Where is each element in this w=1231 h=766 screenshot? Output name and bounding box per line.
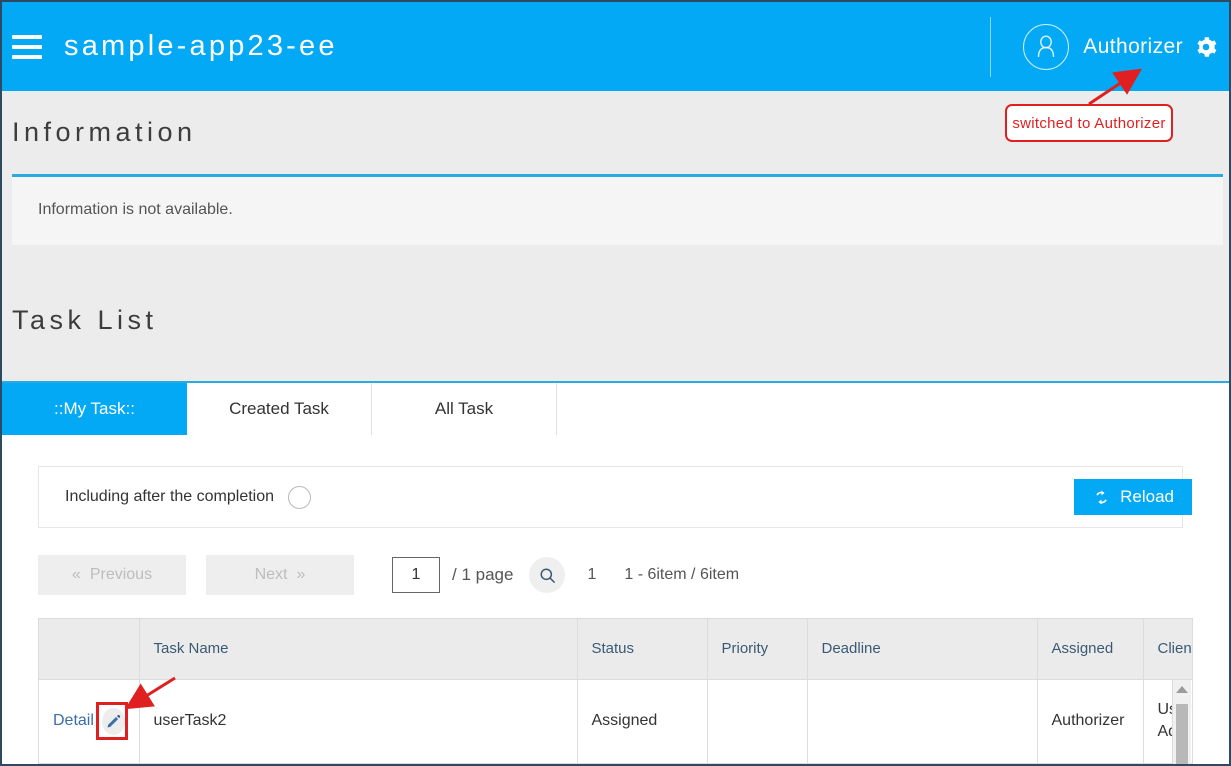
user-avatar-icon[interactable]	[1023, 23, 1070, 70]
next-chevron-icon: »	[296, 566, 306, 583]
app-header-right: Authorizer	[990, 2, 1229, 91]
cell-status: Assigned	[577, 679, 708, 764]
task-table-head: Task Name Status Priority Deadline Assig…	[39, 619, 1192, 680]
page-total-label: / 1 page	[452, 565, 514, 584]
previous-page-button[interactable]: « Previous	[38, 555, 186, 595]
annotation-label: switched to Authorizer	[1012, 114, 1166, 132]
next-page-label: Next	[254, 566, 288, 583]
hamburger-bar	[12, 44, 42, 49]
hamburger-bar	[12, 34, 42, 39]
hamburger-menu-icon[interactable]	[12, 34, 42, 59]
col-task-name: Task Name	[139, 619, 578, 680]
table-header-row: Task Name Status Priority Deadline Assig…	[39, 619, 1192, 680]
task-list-body: Including after the completion Reload « …	[2, 435, 1229, 764]
hamburger-bar	[12, 54, 42, 59]
tab-my-task[interactable]: ::My Task::	[2, 383, 187, 450]
table-row[interactable]: Detail userTask2 Assigned Authorizer	[39, 679, 1192, 764]
task-table-body: Detail userTask2 Assigned Authorizer	[39, 679, 1192, 764]
user-name-label[interactable]: Authorizer	[1083, 35, 1183, 59]
tasklist-title: Task List	[12, 305, 158, 335]
col-assigned: Assigned	[1037, 619, 1144, 680]
app-title: sample-app23-ee	[64, 30, 338, 62]
include-completed-label: Including after the completion	[65, 488, 275, 505]
tab-my-task-label: ::My Task::	[54, 399, 135, 418]
task-table-container: Task Name Status Priority Deadline Assig…	[38, 618, 1193, 764]
tasklist-section: Task List	[2, 281, 1229, 381]
col-status: Status	[577, 619, 708, 680]
col-actions	[39, 619, 140, 680]
previous-chevron-icon: «	[71, 566, 81, 583]
tab-all-task-label: All Task	[434, 399, 494, 418]
pagination-bar: « Previous Next » / 1 page 1 1 - 6item /…	[38, 553, 1193, 597]
tab-created-task-label: Created Task	[229, 399, 329, 418]
search-icon	[540, 567, 555, 583]
cell-priority	[707, 679, 808, 764]
header-divider	[990, 16, 992, 77]
col-client: Client	[1143, 619, 1192, 680]
detail-link[interactable]: Detail	[53, 712, 94, 730]
search-button[interactable]	[529, 557, 566, 593]
previous-page-label: Previous	[89, 566, 153, 583]
annotation-switched-to-authorizer: switched to Authorizer	[1005, 104, 1173, 142]
task-tabs: ::My Task:: Created Task All Task	[2, 381, 1229, 450]
table-vertical-scrollbar[interactable]	[1172, 680, 1191, 764]
include-completed-toggle[interactable]	[288, 485, 312, 509]
cell-task-name: userTask2	[139, 679, 578, 764]
cell-assigned: Authorizer	[1037, 679, 1144, 764]
app-header: sample-app23-ee Authorizer	[2, 2, 1229, 91]
reload-button[interactable]: Reload	[1074, 479, 1192, 515]
scrollbar-thumb[interactable]	[1176, 704, 1188, 764]
gear-icon[interactable]	[1195, 36, 1217, 58]
tab-strip-filler	[557, 383, 1229, 435]
information-message: Information is not available.	[12, 177, 1223, 245]
next-page-button[interactable]: Next »	[206, 555, 354, 595]
item-range-label: 1 - 6item / 6item	[624, 566, 740, 583]
col-priority: Priority	[707, 619, 808, 680]
filter-bar: Including after the completion Reload	[38, 466, 1192, 528]
reload-button-label: Reload	[1120, 487, 1174, 506]
annotation-highlight-edit-icon	[96, 702, 128, 740]
refresh-icon	[1096, 490, 1107, 504]
cell-deadline	[807, 679, 1038, 764]
page-number-input[interactable]	[392, 557, 440, 593]
task-table: Task Name Status Priority Deadline Assig…	[39, 619, 1192, 764]
col-deadline: Deadline	[807, 619, 1038, 680]
scroll-up-arrow-icon[interactable]	[1176, 686, 1188, 693]
tab-all-task[interactable]: All Task	[372, 383, 557, 435]
tab-created-task[interactable]: Created Task	[187, 383, 372, 435]
current-page-indicator: 1	[587, 566, 597, 583]
